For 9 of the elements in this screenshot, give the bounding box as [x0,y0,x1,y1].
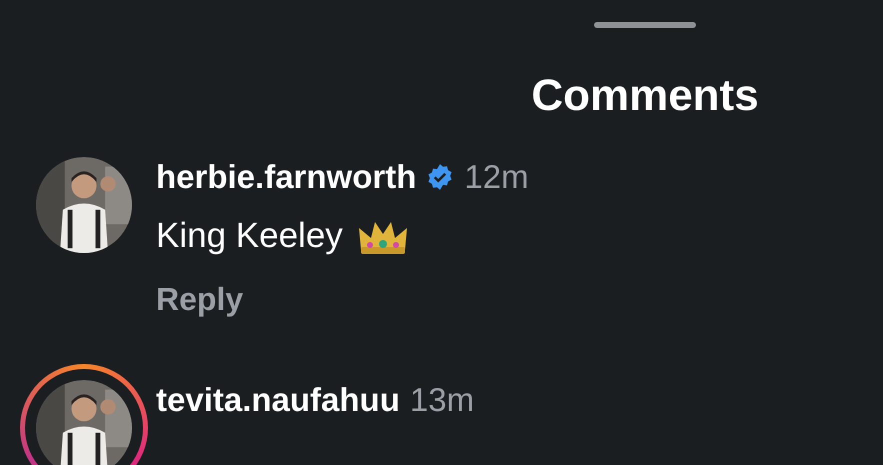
comment-time: 12m [464,157,529,198]
drag-handle[interactable] [594,22,696,28]
comment-time: 13m [410,380,474,420]
username[interactable]: tevita.naufahuu [156,375,400,425]
sheet-title: Comments [531,70,759,122]
reply-link[interactable]: Reply [156,275,529,323]
verified-badge-icon [426,163,454,191]
comment-text: King Keeley [156,214,343,257]
username[interactable]: herbie.farnworth [156,152,416,202]
